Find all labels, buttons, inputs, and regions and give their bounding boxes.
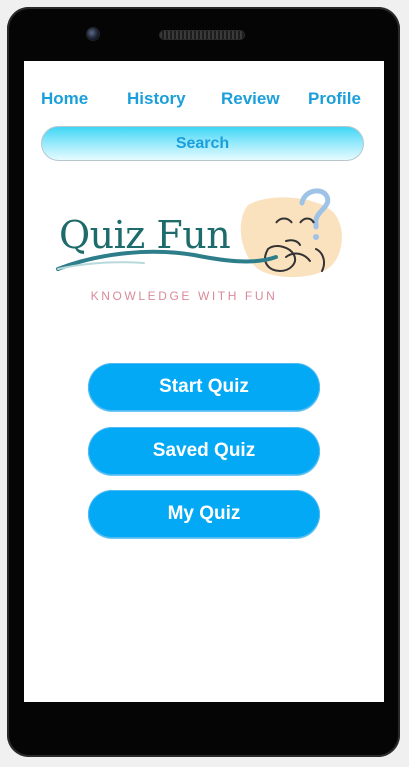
my-quiz-button[interactable]: My Quiz <box>88 490 320 538</box>
quiz-fun-logo: Quiz Fun KNOWLEDGE WITH FUN <box>54 183 354 313</box>
top-nav: Home History Review Profile <box>24 89 384 113</box>
speaker-grille <box>160 31 244 39</box>
app-screen: Home History Review Profile Search Quiz … <box>24 61 384 702</box>
saved-quiz-button[interactable]: Saved Quiz <box>88 427 320 475</box>
logo-title: Quiz Fun <box>59 213 231 257</box>
nav-item-profile[interactable]: Profile <box>308 89 361 109</box>
phone-frame: Home History Review Profile Search Quiz … <box>7 7 400 757</box>
logo-tagline: KNOWLEDGE WITH FUN <box>90 289 278 303</box>
nav-item-review[interactable]: Review <box>221 89 280 109</box>
start-quiz-button[interactable]: Start Quiz <box>88 363 320 411</box>
nav-item-home[interactable]: Home <box>41 89 88 109</box>
camera-icon <box>87 28 99 40</box>
nav-item-history[interactable]: History <box>127 89 186 109</box>
search-bar[interactable]: Search <box>41 126 364 161</box>
